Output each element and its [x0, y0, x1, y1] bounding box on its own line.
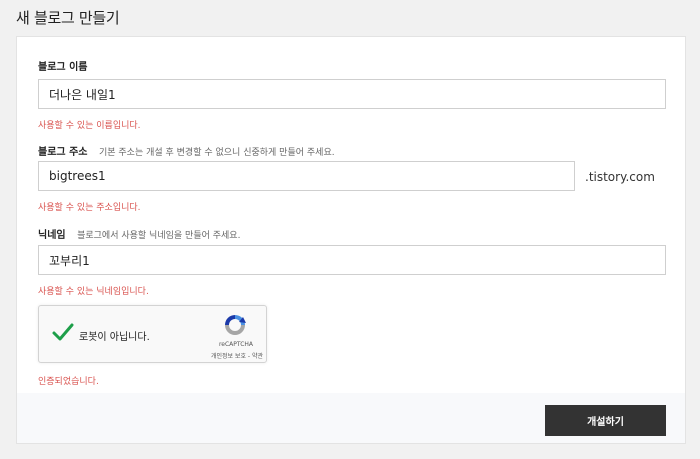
recaptcha-widget[interactable]: 로봇이 아닙니다. reCAPTCHA 개인정보 보호 - 약관: [38, 305, 267, 363]
blog-address-hint: 기본 주소는 개설 후 변경할 수 없으니 신중하게 만들어 주세요.: [98, 148, 335, 158]
blog-address-input[interactable]: bigtrees1: [38, 161, 575, 191]
blog-address-message: 사용할 수 있는 주소입니다.: [38, 203, 141, 213]
checkmark-icon: [52, 323, 74, 341]
blog-address-label-text: 블로그 주소: [38, 147, 88, 158]
blog-name-value: 더나은 내일1: [49, 87, 116, 102]
create-blog-button[interactable]: 개설하기: [545, 405, 666, 436]
blog-name-message: 사용할 수 있는 이름입니다.: [38, 121, 141, 131]
nickname-hint: 블로그에서 사용할 닉네임을 만들어 주세요.: [77, 231, 241, 241]
domain-suffix: .tistory.com: [585, 170, 655, 184]
captcha-message: 인증되었습니다.: [38, 377, 99, 387]
recaptcha-logo-icon: [225, 315, 246, 335]
blog-name-input[interactable]: 더나은 내일1: [38, 79, 666, 109]
create-blog-card: 블로그 이름 더나은 내일1 사용할 수 있는 이름입니다. 블로그 주소 기본…: [16, 36, 686, 444]
page-title: 새 블로그 만들기: [16, 9, 120, 27]
recaptcha-brand: reCAPTCHA: [218, 341, 254, 348]
nickname-input[interactable]: 꼬부리1: [38, 245, 666, 275]
recaptcha-label: 로봇이 아닙니다.: [79, 332, 150, 343]
blog-address-label: 블로그 주소 기본 주소는 개설 후 변경할 수 없으니 신중하게 만들어 주세…: [38, 143, 335, 158]
nickname-message: 사용할 수 있는 닉네임입니다.: [38, 287, 149, 297]
nickname-label: 닉네임 블로그에서 사용할 닉네임을 만들어 주세요.: [38, 226, 240, 241]
blog-name-label: 블로그 이름: [38, 58, 87, 73]
blog-address-value: bigtrees1: [49, 169, 106, 183]
blog-name-label-text: 블로그 이름: [38, 62, 88, 73]
nickname-label-text: 닉네임: [38, 230, 66, 241]
nickname-value: 꼬부리1: [49, 253, 90, 268]
recaptcha-links[interactable]: 개인정보 보호 - 약관: [185, 351, 263, 360]
